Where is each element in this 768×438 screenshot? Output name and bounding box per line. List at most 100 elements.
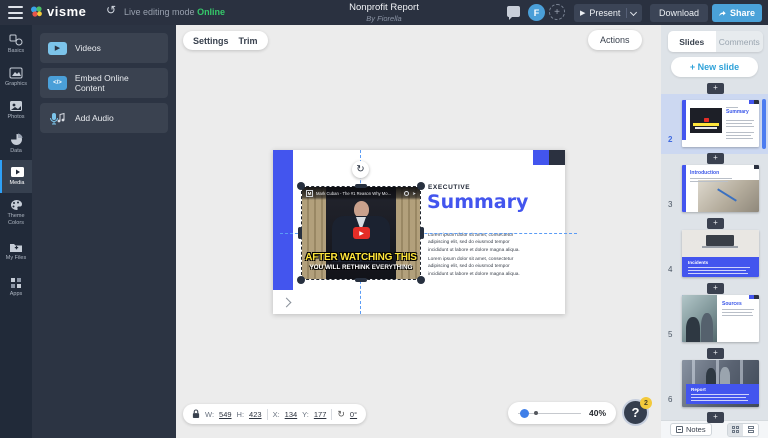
slide-eyebrow-text[interactable]: EXECUTIVE bbox=[428, 184, 470, 191]
tab-comments[interactable]: Comments bbox=[716, 31, 764, 52]
new-slide-button[interactable]: + New slide bbox=[671, 57, 758, 77]
video-icon bbox=[10, 166, 25, 178]
slide-thumbnail-3[interactable]: Introduction bbox=[682, 165, 759, 212]
sidebar-item-basics[interactable]: Basics bbox=[0, 28, 32, 61]
slide-thumbnail-5[interactable]: Sources bbox=[682, 295, 759, 342]
resize-handle-sw[interactable] bbox=[297, 276, 305, 284]
present-button[interactable]: ▶ Present bbox=[574, 4, 642, 22]
watch-later-icon[interactable] bbox=[404, 191, 409, 196]
sidebar-item-apps[interactable]: Apps bbox=[0, 271, 32, 304]
sidebar-item-photos[interactable]: Photos bbox=[0, 94, 32, 127]
tab-slides[interactable]: Slides bbox=[668, 31, 716, 52]
resize-handle-ne[interactable] bbox=[417, 182, 425, 190]
next-slide-chevron-button[interactable] bbox=[275, 292, 297, 312]
slide-corner-blue bbox=[533, 150, 549, 165]
sidebar-item-media[interactable]: Media bbox=[0, 160, 32, 193]
chevron-right-icon bbox=[281, 297, 291, 307]
width-value[interactable]: 549 bbox=[219, 410, 232, 419]
youtube-play-button[interactable]: ▶ bbox=[353, 227, 370, 239]
slide-thumbnail-6[interactable]: Report bbox=[682, 360, 759, 407]
videos-button[interactable]: ▶ Videos bbox=[40, 33, 168, 63]
zoom-slider-knob[interactable] bbox=[520, 409, 529, 418]
mini-slide-title: Sources bbox=[722, 301, 742, 307]
height-label: H: bbox=[237, 410, 245, 419]
pie-chart-icon bbox=[10, 133, 23, 146]
zoom-slider-marker bbox=[534, 411, 538, 415]
insert-slide-button[interactable]: + bbox=[707, 412, 724, 423]
mini-photo bbox=[698, 180, 759, 212]
zoom-percentage: 40% bbox=[589, 408, 606, 418]
insert-slide-button[interactable]: + bbox=[707, 283, 724, 294]
mini-corner-dark bbox=[754, 100, 759, 104]
visme-editor: visme ↺ Live editing mode Online Nonprof… bbox=[0, 0, 768, 438]
apps-grid-icon bbox=[10, 277, 22, 289]
download-button[interactable]: Download bbox=[650, 4, 708, 22]
sidebar-item-theme-colors[interactable]: Theme Colors bbox=[0, 193, 32, 232]
insert-slide-button[interactable]: + bbox=[707, 348, 724, 359]
slide-left-accent-bar bbox=[273, 150, 293, 290]
trim-button[interactable]: Trim bbox=[239, 36, 258, 46]
insert-slide-button[interactable]: + bbox=[707, 218, 724, 229]
undo-icon[interactable]: ↺ bbox=[106, 3, 116, 17]
embed-online-content-button[interactable]: </> Embed Online Content bbox=[40, 68, 168, 98]
video-toolbar: Settings Trim bbox=[183, 31, 268, 50]
avatar[interactable]: F bbox=[528, 4, 545, 21]
actions-button[interactable]: Actions bbox=[588, 30, 642, 50]
resize-handle-nw[interactable] bbox=[297, 182, 305, 190]
sidebar-item-data[interactable]: Data bbox=[0, 127, 32, 160]
slide-paragraph-2[interactable]: Lorem ipsum dolor sit amet, consectetur … bbox=[428, 256, 522, 278]
visme-logo[interactable]: visme bbox=[30, 4, 86, 19]
settings-button[interactable]: Settings bbox=[193, 36, 229, 46]
play-icon: ▶ bbox=[48, 42, 67, 55]
resize-handle-n[interactable] bbox=[355, 184, 367, 188]
resize-handle-se[interactable] bbox=[417, 276, 425, 284]
slide-thumbnail-4[interactable]: Incidents bbox=[682, 230, 759, 277]
share-video-icon[interactable]: ➤ bbox=[412, 191, 416, 197]
mini-slide-title: Summary bbox=[726, 109, 749, 115]
resize-handle-e[interactable] bbox=[420, 227, 424, 239]
slide-corner-dark bbox=[549, 150, 565, 165]
divider bbox=[267, 409, 268, 420]
youtube-video-title: Mark Cuban - The #1 Reason Why Mo... bbox=[316, 191, 401, 196]
sidebar-item-my-files[interactable]: My Files bbox=[0, 235, 32, 268]
comments-icon[interactable] bbox=[507, 6, 520, 17]
slide-number: 3 bbox=[668, 200, 680, 209]
insert-slide-button[interactable]: + bbox=[707, 83, 724, 94]
grid-view-button[interactable] bbox=[728, 424, 743, 436]
top-bar: visme ↺ Live editing mode Online Nonprof… bbox=[0, 0, 768, 25]
rotation-value[interactable]: 0° bbox=[350, 410, 357, 419]
lock-icon[interactable] bbox=[192, 409, 200, 419]
x-value[interactable]: 134 bbox=[285, 410, 298, 419]
slide-thumbnail-2[interactable]: Summary bbox=[682, 100, 759, 147]
slide-number: 5 bbox=[668, 330, 680, 339]
zoom-slider-track[interactable] bbox=[518, 413, 581, 414]
visme-logo-icon bbox=[30, 5, 43, 18]
divider bbox=[626, 8, 627, 18]
chevron-down-icon[interactable] bbox=[630, 8, 637, 15]
slide-paragraph-1[interactable]: Lorem ipsum dolor sit amet, consectetur … bbox=[428, 232, 522, 254]
rotate-handle[interactable]: ↻ bbox=[352, 161, 369, 178]
mini-accent-bar bbox=[682, 165, 686, 212]
hamburger-menu-icon[interactable] bbox=[8, 6, 23, 19]
y-label: Y: bbox=[302, 410, 309, 419]
slide-title-text[interactable]: Summary bbox=[427, 191, 528, 213]
panel-scrollbar-thumb[interactable] bbox=[762, 99, 766, 149]
audio-icon bbox=[48, 111, 67, 126]
video-element[interactable]: M Mark Cuban - The #1 Reason Why Mo... ➤… bbox=[302, 187, 420, 279]
insert-slide-button[interactable]: + bbox=[707, 153, 724, 164]
notes-button[interactable]: Notes bbox=[670, 423, 712, 436]
share-button[interactable]: Share bbox=[712, 4, 762, 22]
code-icon: </> bbox=[48, 76, 67, 90]
y-value[interactable]: 177 bbox=[314, 410, 327, 419]
slides-panel: Slides Comments + New slide + 2 Summary … bbox=[661, 25, 768, 438]
height-value[interactable]: 423 bbox=[249, 410, 262, 419]
resize-handle-w[interactable] bbox=[298, 227, 302, 239]
list-view-button[interactable] bbox=[743, 424, 758, 436]
add-collaborator-button[interactable]: + bbox=[549, 4, 565, 20]
media-panel: ▶ Videos </> Embed Online Content Add Au… bbox=[32, 25, 176, 438]
add-audio-button[interactable]: Add Audio bbox=[40, 103, 168, 133]
sidebar-item-graphics[interactable]: Graphics bbox=[0, 61, 32, 94]
resize-handle-s[interactable] bbox=[355, 278, 367, 282]
channel-logo: M bbox=[306, 190, 313, 197]
zoom-control: 40% bbox=[508, 402, 616, 424]
